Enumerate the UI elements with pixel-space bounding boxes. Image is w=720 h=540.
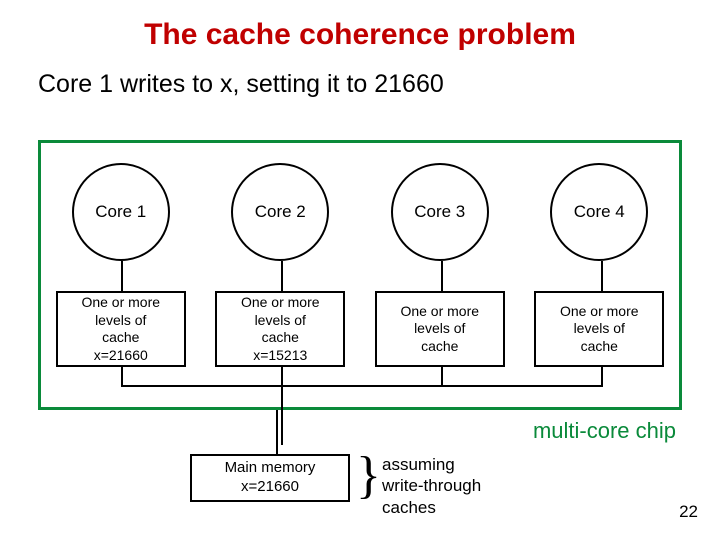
connector — [281, 261, 283, 291]
caches-row: One or more levels of cache x=21660 One … — [41, 291, 679, 367]
core-3: Core 3 — [391, 163, 489, 261]
bus-connector — [281, 367, 283, 387]
cache-text: levels of — [255, 312, 306, 330]
cache-text: One or more — [400, 303, 479, 321]
cache-value: x=21660 — [94, 347, 148, 365]
page-number: 22 — [679, 502, 698, 522]
cache-text: One or more — [81, 294, 160, 312]
memory-value: x=21660 — [241, 478, 299, 497]
cache-2: One or more levels of cache x=15213 — [215, 291, 345, 367]
assumption-note: assuming write-through caches — [382, 454, 481, 518]
cache-text: cache — [581, 338, 618, 356]
cache-text: One or more — [241, 294, 320, 312]
assumption-line: write-through — [382, 475, 481, 496]
cache-text: cache — [421, 338, 458, 356]
cache-text: levels of — [414, 320, 465, 338]
brace-icon: } — [356, 450, 381, 502]
connector — [121, 261, 123, 291]
cache-3: One or more levels of cache — [375, 291, 505, 367]
assumption-line: caches — [382, 497, 481, 518]
slide-subtitle: Core 1 writes to x, setting it to 21660 — [0, 52, 720, 99]
cache-text: cache — [262, 329, 299, 347]
cache-text: cache — [102, 329, 139, 347]
main-memory: Main memory x=21660 — [190, 454, 350, 502]
cache-text: levels of — [574, 320, 625, 338]
assumption-line: assuming — [382, 454, 481, 475]
cores-row: Core 1 Core 2 Core 3 Core 4 — [41, 163, 679, 261]
memory-connector — [276, 410, 278, 454]
memory-label: Main memory — [225, 459, 316, 478]
cache-1: One or more levels of cache x=21660 — [56, 291, 186, 367]
chip-label: multi-core chip — [533, 418, 676, 444]
connector — [441, 261, 443, 291]
bus-line — [121, 385, 603, 387]
slide-title: The cache coherence problem — [0, 0, 720, 52]
bus-connector — [601, 367, 603, 387]
core-2: Core 2 — [231, 163, 329, 261]
cache-4: One or more levels of cache — [534, 291, 664, 367]
cache-text: levels of — [95, 312, 146, 330]
bus-connector — [121, 367, 123, 387]
bus-connector — [441, 367, 443, 387]
cache-value: x=15213 — [253, 347, 307, 365]
cache-text: One or more — [560, 303, 639, 321]
chip-outline: Core 1 Core 2 Core 3 Core 4 One or more … — [38, 140, 682, 410]
core-1: Core 1 — [72, 163, 170, 261]
connector — [601, 261, 603, 291]
core-4: Core 4 — [550, 163, 648, 261]
bus-to-memory — [281, 385, 283, 445]
